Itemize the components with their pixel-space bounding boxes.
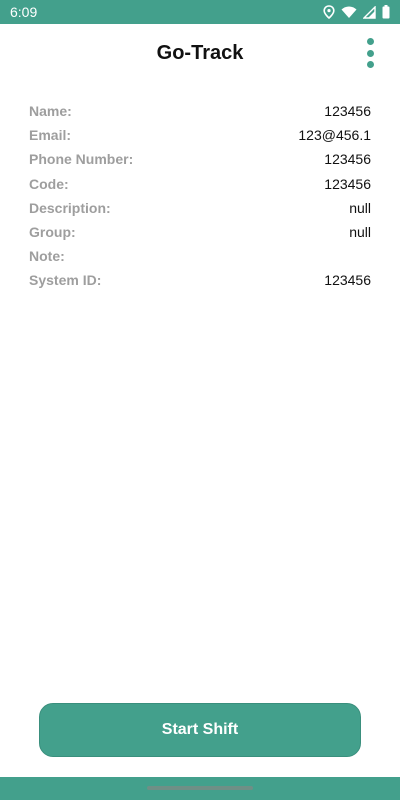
detail-value: null — [349, 224, 371, 241]
wifi-icon — [341, 5, 357, 19]
detail-row-name: Name: 123456 — [29, 99, 371, 123]
detail-row-group: Group: null — [29, 220, 371, 244]
detail-label: Group: — [29, 224, 76, 241]
detail-label: Code: — [29, 175, 69, 192]
detail-label: Description: — [29, 199, 111, 216]
detail-label: System ID: — [29, 272, 102, 289]
detail-label: Phone Number: — [29, 151, 134, 168]
app-bar: Go-Track — [0, 24, 400, 82]
detail-value: 123456 — [324, 151, 371, 168]
detail-row-code: Code: 123456 — [29, 172, 371, 196]
page-title: Go-Track — [156, 42, 244, 64]
detail-label: Note: — [29, 248, 65, 265]
detail-label: Email: — [29, 127, 72, 144]
detail-value: null — [349, 199, 371, 216]
detail-row-system-id: System ID: 123456 — [29, 268, 371, 292]
status-bar: 6:09 — [0, 0, 400, 24]
location-icon — [323, 5, 335, 19]
system-nav-bar — [0, 777, 400, 800]
detail-row-note: Note: — [29, 244, 371, 268]
detail-row-phone-number: Phone Number: 123456 — [29, 147, 371, 171]
menu-dot — [366, 38, 374, 45]
detail-row-email: Email: 123@456.1 — [29, 123, 371, 147]
menu-dot — [366, 61, 374, 68]
detail-value: 123456 — [324, 175, 371, 192]
detail-row-description: Description: null — [29, 196, 371, 220]
detail-value: 123@456.1 — [298, 127, 371, 144]
home-gesture-handle[interactable] — [147, 786, 253, 790]
user-details-list: Name: 123456 Email: 123@456.1 Phone Numb… — [29, 99, 371, 293]
start-shift-button[interactable]: Start Shift — [39, 703, 361, 757]
status-time: 6:09 — [10, 4, 38, 20]
detail-label: Name: — [29, 103, 72, 120]
battery-icon — [382, 5, 390, 19]
cell-signal-icon — [363, 5, 376, 19]
detail-value: 123456 — [324, 272, 371, 289]
detail-value: 123456 — [324, 103, 371, 120]
menu-dot — [366, 49, 374, 57]
status-icons — [323, 5, 390, 19]
more-vert-icon[interactable] — [358, 38, 382, 68]
